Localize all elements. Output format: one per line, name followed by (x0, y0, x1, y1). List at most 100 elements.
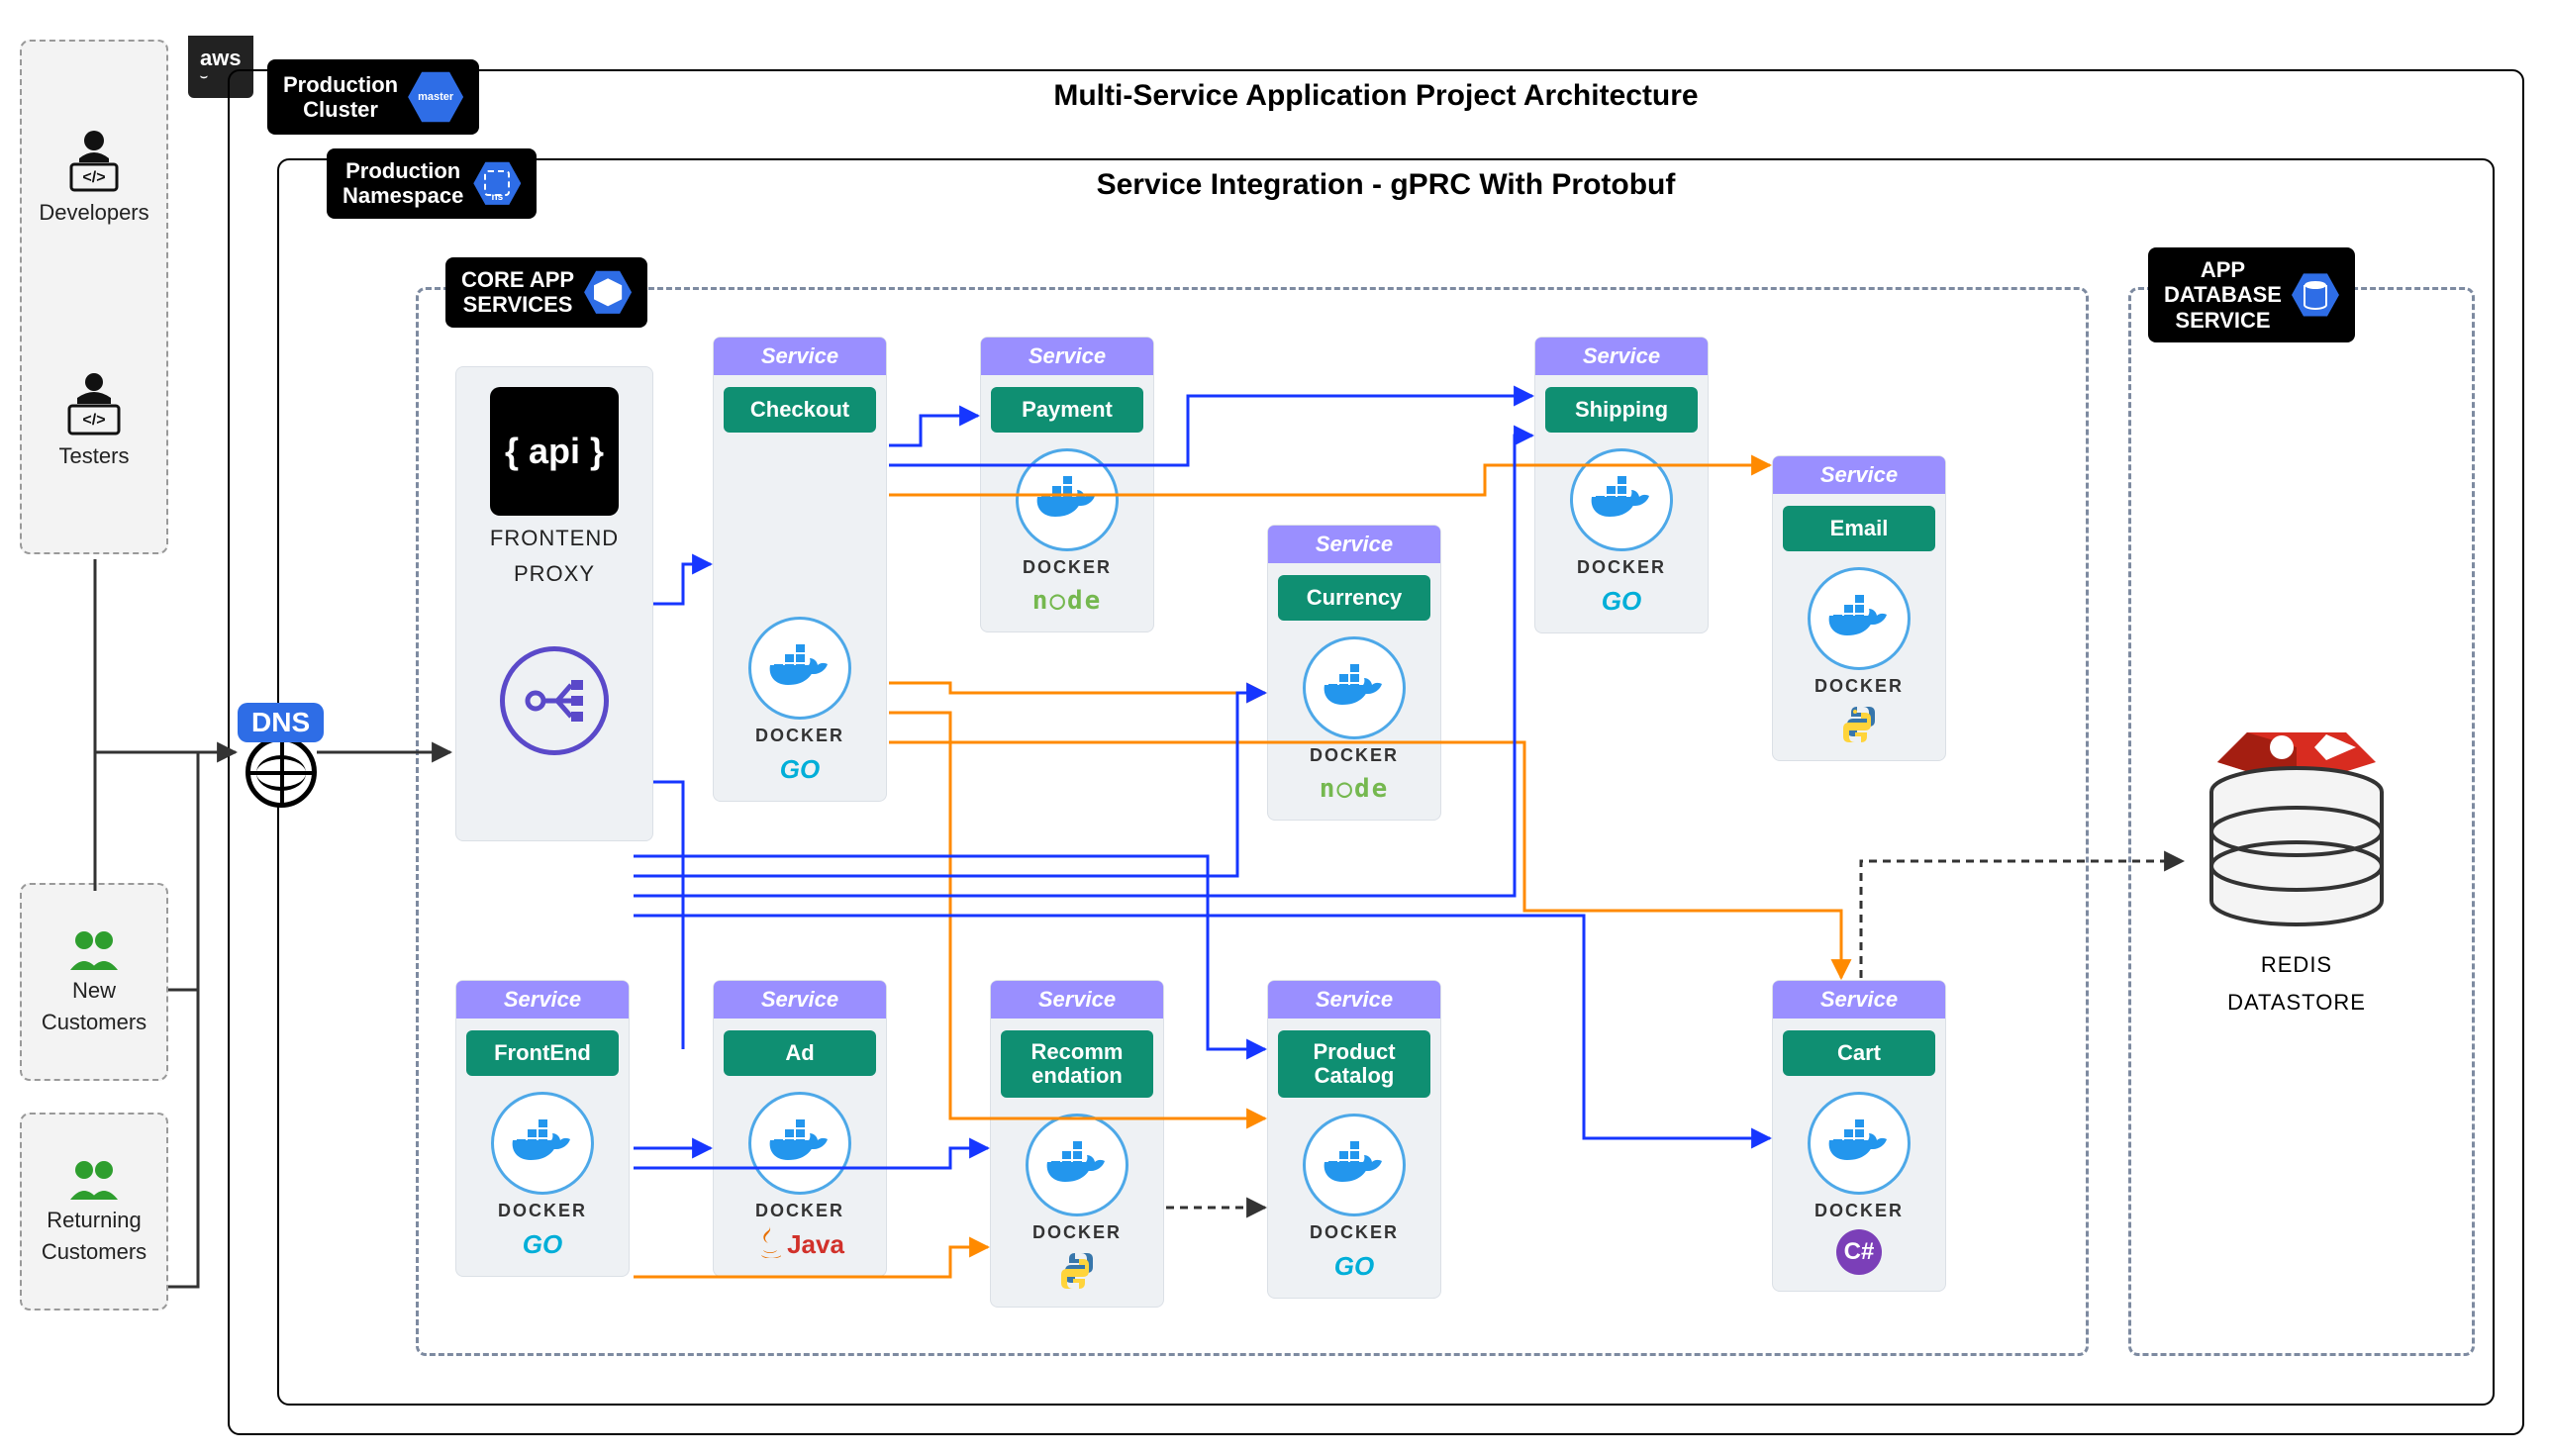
dns-node: DNS (238, 703, 324, 808)
svc-name-ad: Ad (724, 1030, 876, 1076)
badge-app-database: APP DATABASE SERVICE (2148, 247, 2355, 342)
lang-csharp-icon: C# (1836, 1229, 1882, 1275)
svc-name-recommendation: Recomm endation (1001, 1030, 1153, 1098)
docker-label: DOCKER (1032, 1222, 1122, 1243)
badge-cas-l2: SERVICES (461, 292, 574, 317)
frontend-proxy-card: { api } FRONTEND PROXY (455, 366, 653, 841)
svc-head: Service (456, 981, 629, 1019)
actor-testers: </> Testers (30, 368, 158, 469)
docker-label: DOCKER (1310, 745, 1399, 766)
developer-icon: </> (59, 125, 129, 194)
lang-node-icon: n○de (1320, 774, 1390, 804)
actor-new-l2: Customers (42, 1010, 147, 1035)
docker-icon (1026, 1114, 1128, 1216)
service-product-catalog: Service Product Catalog DOCKER GO (1267, 980, 1441, 1299)
users-icon (64, 1158, 124, 1202)
svc-head: Service (1773, 981, 1945, 1019)
svg-text:</>: </> (82, 412, 105, 429)
svc-name-cart: Cart (1783, 1030, 1935, 1076)
svc-head: Service (1268, 981, 1440, 1019)
svc-name-checkout: Checkout (724, 387, 876, 433)
k8s-db-icon (2292, 271, 2339, 319)
docker-label: DOCKER (498, 1201, 587, 1221)
docker-icon (1016, 448, 1119, 551)
aws-label: aws (200, 46, 242, 70)
actor-new-l1: New (72, 978, 116, 1004)
lang-go-icon: GO (780, 754, 820, 785)
title-service-integration: Service Integration - gPRC With Protobuf (279, 168, 2493, 202)
docker-icon (1303, 636, 1406, 739)
service-shipping: Service Shipping DOCKER GO (1534, 337, 1709, 633)
service-recommendation: Service Recomm endation DOCKER (990, 980, 1164, 1308)
svc-head: Service (714, 338, 886, 375)
badge-adb-l2: DATABASE (2164, 282, 2282, 307)
actor-developers: </> Developers (30, 125, 158, 226)
docker-icon (491, 1092, 594, 1195)
badge-cas-l1: CORE APP (461, 267, 574, 292)
dns-label: DNS (238, 703, 324, 742)
docker-icon (1808, 567, 1911, 670)
service-currency: Service Currency DOCKER n○de (1267, 525, 1441, 821)
actor-testers-label: Testers (59, 443, 130, 469)
lang-go-icon: GO (1602, 586, 1641, 617)
lang-python-icon (1839, 705, 1879, 744)
actor-new-customers: New Customers (20, 883, 168, 1081)
title-architecture: Multi-Service Application Project Archit… (230, 79, 2522, 113)
svc-name-payment: Payment (991, 387, 1143, 433)
redis-l1: REDIS (2261, 952, 2332, 978)
svg-text:</>: </> (82, 169, 105, 186)
docker-label: DOCKER (1023, 557, 1112, 578)
svc-name-shipping: Shipping (1545, 387, 1698, 433)
docker-label: DOCKER (1814, 676, 1904, 697)
service-ad: Service Ad DOCKER Java (713, 980, 887, 1277)
load-balancer-icon (500, 646, 609, 755)
docker-label: DOCKER (1577, 557, 1666, 578)
proxy-label-l1: FRONTEND (490, 526, 619, 551)
redis-l2: DATASTORE (2227, 990, 2366, 1016)
badge-production-namespace: Production Namespace ns (327, 148, 537, 219)
svc-head: Service (981, 338, 1153, 375)
service-payment: Service Payment DOCKER n○de (980, 337, 1154, 632)
redis-icon (2188, 693, 2405, 940)
svc-head: Service (1268, 526, 1440, 563)
svc-head: Service (714, 981, 886, 1019)
globe-icon (245, 736, 317, 808)
lang-node-icon: n○de (1032, 586, 1103, 616)
docker-label: DOCKER (1310, 1222, 1399, 1243)
api-icon: { api } (490, 387, 619, 516)
svc-name-currency: Currency (1278, 575, 1430, 621)
docker-icon (1303, 1114, 1406, 1216)
lang-python-icon (1057, 1251, 1097, 1291)
service-checkout: Service Checkout DOCKER GO (713, 337, 887, 802)
badge-pn-l2: Namespace (343, 183, 463, 208)
tester-icon: </> (59, 368, 129, 437)
docker-label: DOCKER (755, 1201, 844, 1221)
badge-pc-l1: Production (283, 72, 398, 97)
lang-java-icon: Java (755, 1221, 844, 1260)
svc-head: Service (991, 981, 1163, 1019)
lang-go-icon: GO (523, 1229, 562, 1260)
svc-name-product-catalog: Product Catalog (1278, 1030, 1430, 1098)
badge-pc-l2: Cluster (283, 97, 398, 122)
redis-datastore: REDIS DATASTORE (2188, 693, 2405, 1016)
service-frontend: Service FrontEnd DOCKER GO (455, 980, 630, 1277)
actor-developers-label: Developers (39, 200, 148, 226)
actors-staff-box: </> Developers </> Testers (20, 40, 168, 554)
service-email: Service Email DOCKER (1772, 455, 1946, 761)
badge-adb-l3: SERVICE (2164, 308, 2282, 333)
badge-pn-l1: Production (343, 158, 463, 183)
docker-label: DOCKER (755, 726, 844, 746)
docker-icon (748, 1092, 851, 1195)
k8s-master-icon: master (408, 69, 463, 125)
svc-name-email: Email (1783, 506, 1935, 551)
badge-adb-l1: APP (2164, 257, 2282, 282)
badge-production-cluster: Production Cluster master (267, 59, 479, 135)
badge-core-app-services: CORE APP SERVICES (445, 257, 647, 328)
svc-head: Service (1535, 338, 1708, 375)
docker-icon (1808, 1092, 1911, 1195)
k8s-ns-icon: ns (473, 159, 521, 207)
actor-returning-customers: Returning Customers (20, 1113, 168, 1310)
users-icon (64, 928, 124, 972)
service-cart: Service Cart DOCKER C# (1772, 980, 1946, 1292)
docker-label: DOCKER (1814, 1201, 1904, 1221)
